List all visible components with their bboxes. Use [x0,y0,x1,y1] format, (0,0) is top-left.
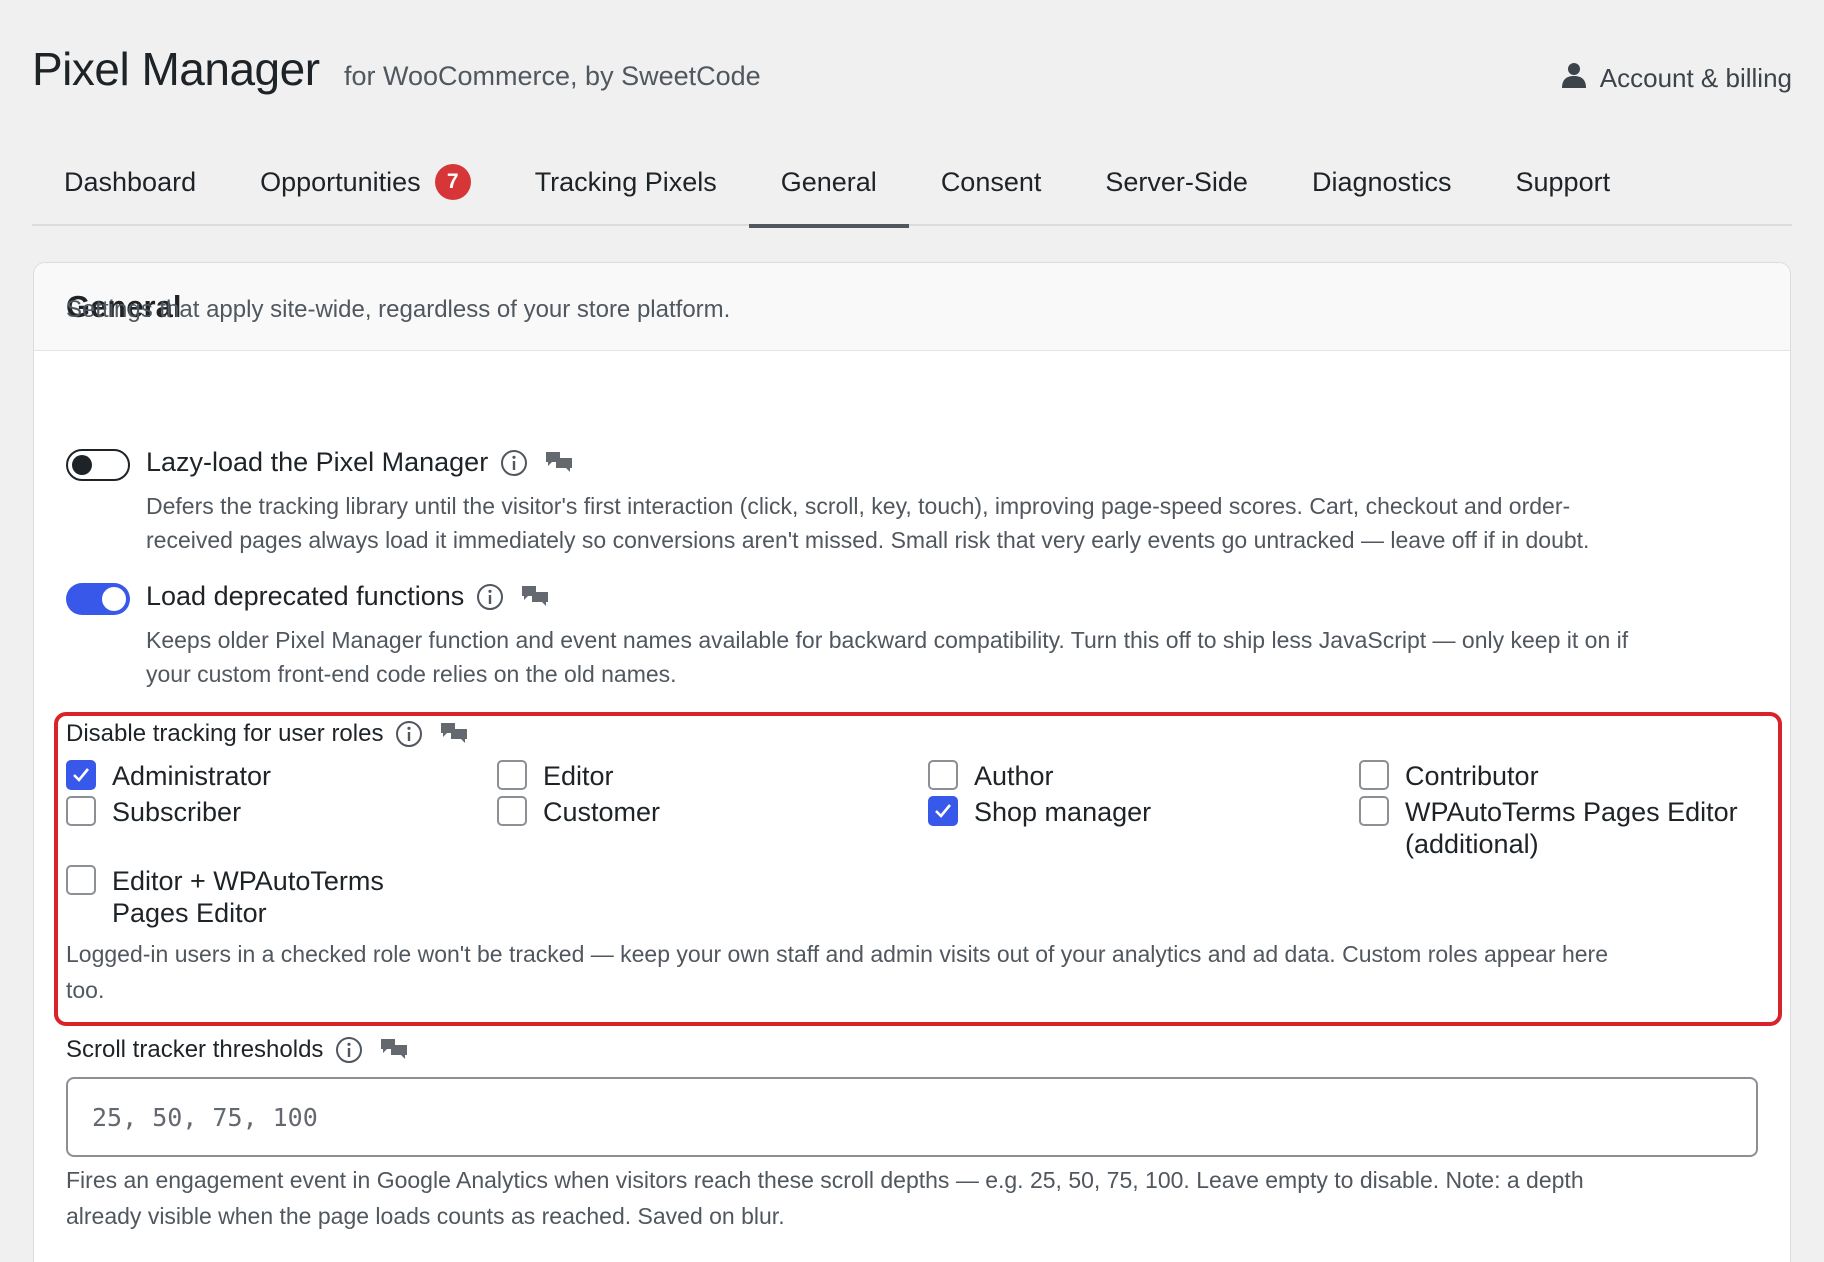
tab-label: Tracking Pixels [534,166,717,197]
tab-opportunities[interactable]: Opportunities 7 [228,138,503,226]
deprecated-label-row: Load deprecated functions [146,581,550,612]
info-icon[interactable] [476,583,504,611]
role-checkbox-customer[interactable]: Customer [497,796,660,828]
scroll-thresholds-label-row: Scroll tracker thresholds [66,1036,409,1064]
scroll-thresholds-input[interactable] [66,1077,1758,1157]
lazy-load-toggle[interactable] [66,449,130,481]
role-label: Editor + WPAutoTerms Pages Editor [112,865,384,929]
tab-support[interactable]: Support [1484,138,1643,226]
checkmark-icon [73,768,90,782]
scroll-thresholds-description: Fires an engagement event in Google Anal… [66,1162,1756,1234]
tab-label: Consent [940,166,1042,197]
role-label: Administrator [112,761,272,791]
description-line: Keeps older Pixel Manager function and e… [146,627,1629,653]
description-line: Defers the tracking library until the vi… [146,493,1571,519]
user-roles-title: Disable tracking for user roles [66,720,384,747]
role-checkbox-contributor[interactable]: Contributor [1359,760,1539,792]
checkbox[interactable] [497,796,527,826]
tab-label: Server-Side [1105,166,1248,197]
toggle-knob [72,455,92,475]
description-line: Fires an engagement event in Google Anal… [66,1167,1584,1193]
role-checkbox-editor-wpautoterms-pages-editor[interactable]: Editor + WPAutoTerms Pages Editor [66,865,384,929]
info-icon[interactable] [335,1036,363,1064]
role-checkbox-administrator[interactable]: Administrator [66,760,271,792]
role-label: WPAutoTerms Pages Editor (additional) [1405,796,1738,860]
tab-label: Dashboard [64,166,197,197]
user-roles-title-row: Disable tracking for user roles [66,720,469,748]
role-checkbox-shop-manager[interactable]: Shop manager [928,796,1151,828]
tab-label: General [780,166,877,197]
tab-dashboard[interactable]: Dashboard [32,138,228,226]
checkbox[interactable] [66,796,96,826]
info-icon[interactable] [395,720,423,748]
chat-icon[interactable] [544,450,574,476]
lazy-load-description: Defers the tracking library until the vi… [146,489,1786,557]
tab-label: Diagnostics [1311,166,1452,197]
role-checkbox-editor[interactable]: Editor [497,760,614,792]
deprecated-functions-label: Load deprecated functions [146,581,465,611]
deprecated-functions-toggle[interactable] [66,583,130,615]
app-subtitle: for WooCommerce, by SweetCode [344,61,761,91]
account-billing-link[interactable]: Account & billing [1561,62,1792,95]
tab-general[interactable]: General [748,138,909,228]
checkbox[interactable] [497,760,527,790]
lazy-load-label-row: Lazy-load the Pixel Manager [146,447,574,478]
checkbox[interactable] [66,865,96,895]
app-title: Pixel Manager [32,43,320,95]
role-label-line: WPAutoTerms Pages Editor [1405,797,1738,827]
header: Pixel Manager for WooCommerce, by SweetC… [32,42,1792,112]
opportunities-count-badge: 7 [434,164,471,200]
description-line: received pages always load it immediatel… [146,527,1590,553]
checkbox[interactable] [1359,760,1389,790]
role-checkbox-author[interactable]: Author [928,760,1054,792]
scroll-thresholds-label: Scroll tracker thresholds [66,1036,324,1063]
user-roles-description: Logged-in users in a checked role won't … [66,936,1736,1008]
toggle-knob [102,587,126,611]
description-line: already visible when the page loads coun… [66,1203,785,1229]
role-label: Author [974,761,1054,791]
role-checkbox-subscriber[interactable]: Subscriber [66,796,241,828]
chat-icon[interactable] [379,1037,409,1063]
checkmark-icon [935,804,952,818]
deprecated-functions-description: Keeps older Pixel Manager function and e… [146,623,1786,691]
role-label-line: Pages Editor [112,898,267,928]
chat-icon[interactable] [439,721,469,747]
description-line: your custom front-end code relies on the… [146,661,677,687]
nav-tabs: Dashboard Opportunities 7 Tracking Pixel… [32,138,1792,228]
checkbox[interactable] [928,760,958,790]
role-label: Customer [543,797,661,827]
role-label: Contributor [1405,761,1539,791]
description-line: too. [66,977,105,1003]
checkbox[interactable] [1359,796,1389,826]
chat-icon[interactable] [520,584,550,610]
user-icon [1561,62,1586,95]
role-checkbox-wpautoterms-pages-editor-additional[interactable]: WPAutoTerms Pages Editor (additional) [1359,796,1738,860]
checkbox[interactable] [928,796,958,826]
tab-label: Support [1515,166,1611,197]
role-label: Shop manager [974,797,1152,827]
tab-consent[interactable]: Consent [909,138,1074,226]
role-label-line: (additional) [1405,829,1539,859]
info-icon[interactable] [500,449,528,477]
checkbox[interactable] [66,760,96,790]
card-intro-text: Settings that apply site-wide, regardles… [66,296,731,323]
tab-server-side[interactable]: Server-Side [1073,138,1280,226]
role-label: Subscriber [112,797,242,827]
tab-label: Opportunities [260,166,421,197]
tab-diagnostics[interactable]: Diagnostics [1280,138,1484,226]
account-billing-label: Account & billing [1599,63,1792,93]
tab-tracking-pixels[interactable]: Tracking Pixels [503,138,749,226]
lazy-load-label: Lazy-load the Pixel Manager [146,447,489,477]
description-line: Logged-in users in a checked role won't … [66,941,1608,967]
role-label-line: Editor + WPAutoTerms [112,866,384,896]
role-label: Editor [543,761,614,791]
